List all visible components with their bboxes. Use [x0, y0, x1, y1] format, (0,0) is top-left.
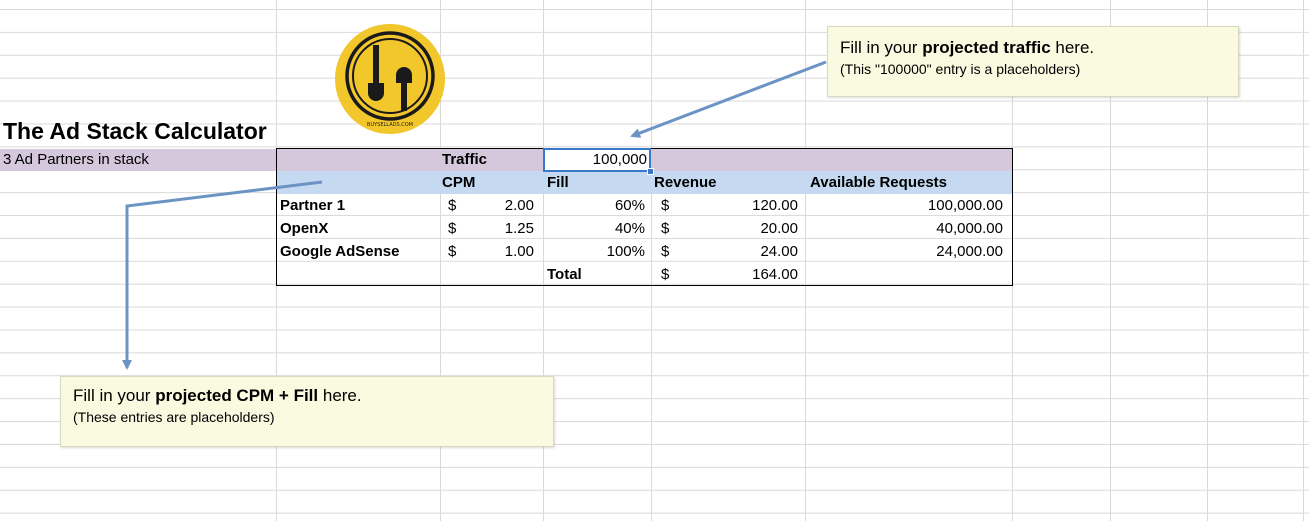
traffic-callout-note: Fill in your projected traffic here. (Th…: [827, 26, 1239, 97]
cpm-callout-line1: Fill in your projected CPM + Fill here.: [73, 386, 362, 405]
traffic-callout-line1: Fill in your projected traffic here.: [840, 38, 1095, 57]
traffic-arrow: [630, 60, 827, 138]
cpm-callout-note: Fill in your projected CPM + Fill here. …: [60, 376, 554, 447]
traffic-callout-line2: (This "100000" entry is a placeholders): [840, 61, 1081, 77]
cpm-arrow: [122, 180, 323, 370]
cpm-callout-line2: (These entries are placeholders): [73, 409, 275, 425]
